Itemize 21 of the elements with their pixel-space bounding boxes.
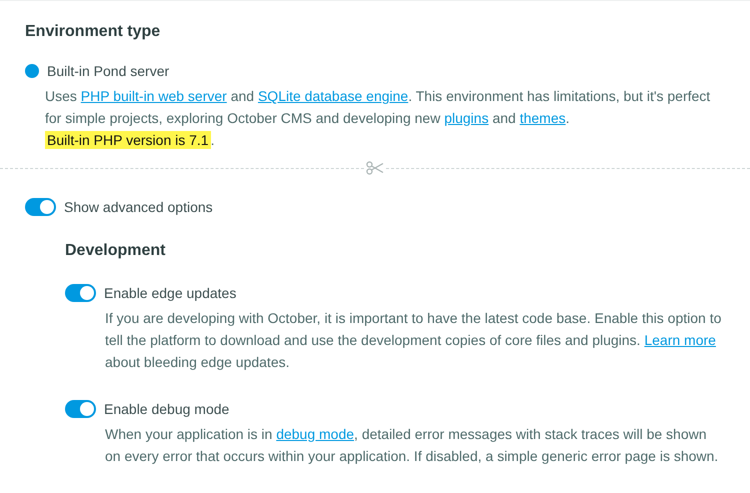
link[interactable]: Learn more [644, 332, 716, 348]
scissors-icon [366, 161, 384, 175]
option-description: If you are developing with October, it is important to have the latest code base. Enable this option to tell the platform to download and use the development copies of core files and plugins. Learn more about bleeding edge updates. [105, 309, 722, 372]
toggle-label[interactable]: Enable debug mode [104, 399, 230, 419]
section-heading: Development [65, 241, 166, 261]
toggle-switch[interactable] [65, 284, 96, 302]
toggle-label[interactable]: Enable edge updates [104, 283, 236, 303]
link[interactable]: SQLite database engine [258, 88, 408, 104]
option-description: When your application is in debug mode, detailed error messages with stack traces will be shown on every error that occurs within your application. If disabled, a simple generic error page is shown. [105, 425, 720, 466]
link[interactable]: plugins [444, 110, 489, 126]
link[interactable]: PHP built-in web server [80, 88, 227, 104]
radio-button[interactable] [25, 64, 39, 78]
option-label[interactable]: Built-in Pond server [47, 61, 170, 81]
toggle-label[interactable]: Show advanced options [64, 197, 213, 217]
toggle-switch[interactable] [65, 400, 96, 418]
section-heading: Environment type [25, 22, 162, 42]
version-note: Built-in PHP version is 7.1. [45, 130, 216, 151]
toggle-switch[interactable] [25, 198, 56, 216]
link[interactable]: debug mode [276, 426, 354, 442]
link[interactable]: themes [520, 110, 566, 126]
option-description: Uses PHP built-in web server and SQLite database engine. This environment has limitations, but it's perfect for simple projects, exploring October CMS and developing new plugins and themes. [45, 87, 712, 128]
